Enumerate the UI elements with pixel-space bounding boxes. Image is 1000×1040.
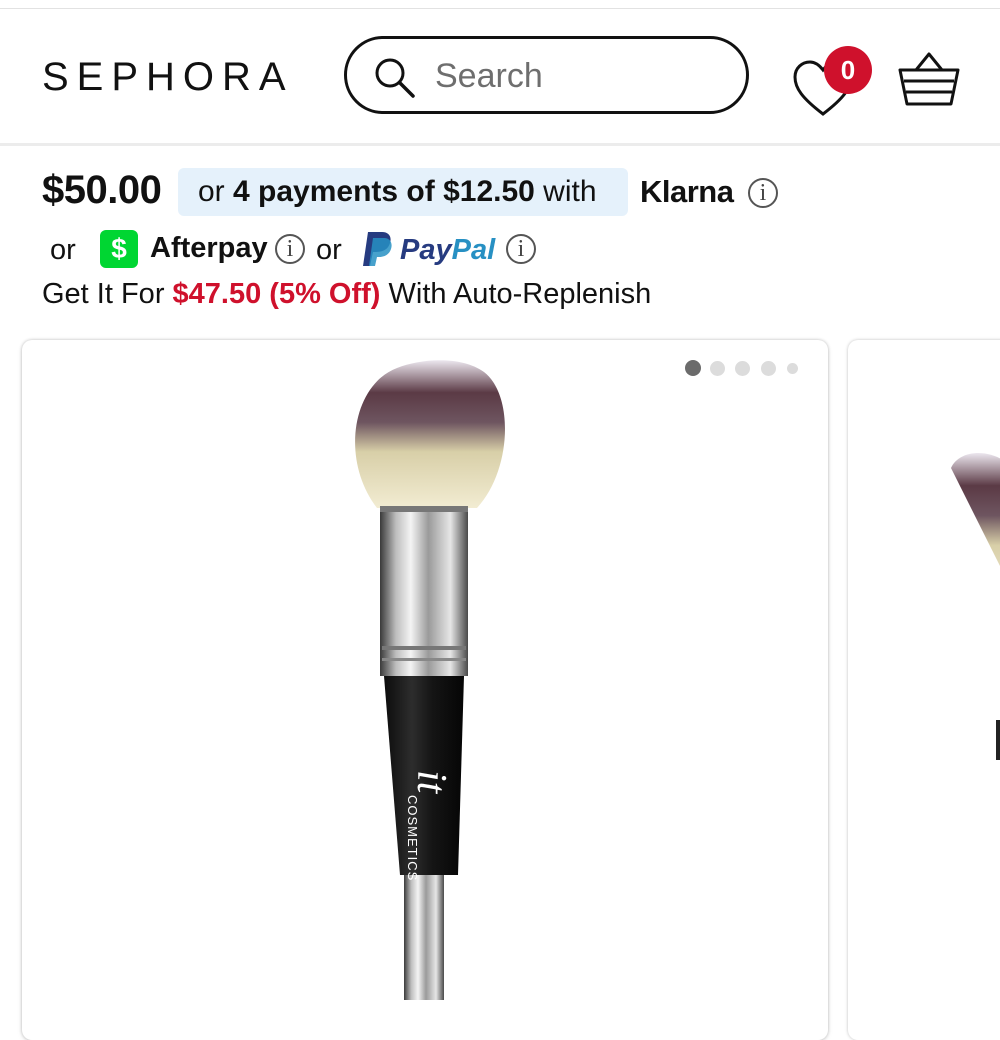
alt-payment-row: or $ Afterpay i or PayPal i [0, 228, 1000, 272]
klarna-logo: Klarna [640, 174, 734, 209]
paypal-icon [362, 230, 394, 273]
klarna-installments-banner[interactable]: or 4 payments of $12.50 with [178, 168, 628, 216]
replenish-pre: Get It For [42, 278, 173, 310]
brand-text: COSMETICS [405, 795, 420, 881]
next-product-card[interactable] [848, 340, 1000, 1040]
paypal-logo: PayPal [400, 234, 495, 267]
next-product-image [948, 450, 1000, 760]
site-header: SEPHORA 0 [0, 10, 1000, 144]
search-icon[interactable] [373, 56, 417, 105]
paypal-logo-pay: Pay [400, 234, 452, 266]
afterpay-info-icon[interactable]: i [275, 234, 305, 264]
top-divider [0, 8, 1000, 9]
paypal-logo-pal: Pal [451, 234, 496, 266]
auto-replenish-offer[interactable]: Get It For $47.50 (5% Off) With Auto-Rep… [42, 278, 651, 311]
search-bar[interactable] [344, 36, 749, 114]
header-divider [0, 143, 1000, 146]
klarna-text-amount: 4 payments of $12.50 [233, 175, 535, 208]
basket-button[interactable] [896, 48, 962, 115]
basket-icon [898, 52, 960, 106]
product-price: $50.00 [42, 168, 162, 212]
loves-button[interactable]: 0 [792, 44, 876, 118]
brand-mark: it [408, 770, 454, 795]
brush-product-image: it COSMETICS [355, 360, 505, 1000]
klarna-text-post: with [534, 175, 597, 208]
or-label: or [50, 234, 76, 266]
replenish-post: With Auto-Replenish [380, 278, 652, 310]
product-image-card[interactable]: it COSMETICS [22, 340, 828, 1040]
afterpay-icon: $ [100, 230, 138, 268]
paypal-info-icon[interactable]: i [506, 234, 536, 264]
klarna-text-pre: or [198, 175, 234, 208]
search-input[interactable] [433, 53, 727, 99]
or-label-2: or [316, 234, 342, 266]
replenish-discount: $47.50 (5% Off) [172, 278, 381, 310]
afterpay-logo: Afterpay [150, 232, 268, 264]
klarna-info-icon[interactable]: i [748, 178, 778, 208]
sephora-logo[interactable]: SEPHORA [42, 55, 294, 100]
loves-count-badge: 0 [824, 46, 872, 94]
